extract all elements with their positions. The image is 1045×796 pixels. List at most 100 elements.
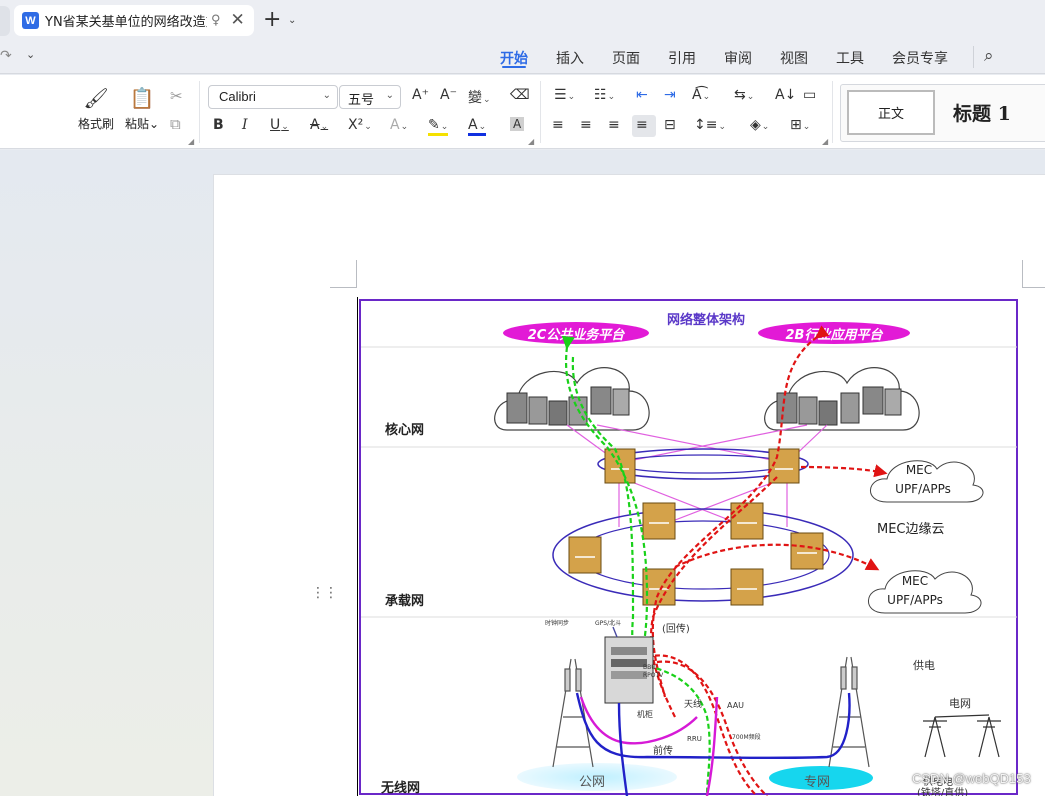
- strikethrough-icon[interactable]: A⌄: [310, 117, 328, 133]
- public-network-label: 公网: [579, 775, 605, 790]
- redo-icon[interactable]: ↷: [0, 48, 12, 64]
- rru-label: RRU: [687, 735, 702, 743]
- previous-tab-stub[interactable]: [0, 6, 10, 36]
- ribbon-toolbar: 🖌 格式刷 📋 粘贴⌄ ✂ ⧉ ◢ Calibri ⌄ 五号 ⌄ A⁺ A⁻ 變…: [0, 75, 1045, 149]
- justify-icon[interactable]: ≡: [636, 117, 648, 133]
- new-tab-plus-icon[interactable]: +: [263, 9, 281, 31]
- drag-handle-icon[interactable]: ⋮⋮: [311, 586, 338, 600]
- font-launcher-icon[interactable]: ◢: [528, 137, 534, 146]
- font-name-select[interactable]: Calibri ⌄: [208, 85, 338, 109]
- italic-icon[interactable]: I: [242, 117, 248, 133]
- platform-2b-label: 2B行业应用平台: [786, 327, 884, 343]
- numbered-list-icon[interactable]: ☷⌄: [594, 87, 615, 103]
- phonetic-guide-icon[interactable]: 變⌄: [468, 87, 491, 107]
- show-marks-icon[interactable]: ▭: [803, 87, 816, 103]
- layer-label-core: 核心网: [385, 422, 424, 438]
- rrotv-label: RPOTV: [643, 672, 664, 679]
- 700m-label: 700M频段: [732, 733, 761, 741]
- shading-icon[interactable]: ◈⌄: [750, 117, 769, 133]
- borders-icon[interactable]: ⊞⌄: [790, 117, 810, 133]
- text-direction-icon[interactable]: ⇆⌄: [734, 87, 754, 103]
- layer-label-bearer: 承载网: [385, 593, 424, 609]
- highlight-icon[interactable]: ✎⌄: [428, 117, 449, 136]
- menu-tab-tools[interactable]: 工具: [836, 40, 864, 74]
- superscript-icon[interactable]: X²⌄: [348, 117, 372, 133]
- styles-gallery: 正文 标题 1: [840, 84, 1045, 142]
- clear-format-icon[interactable]: ⌫: [510, 87, 530, 103]
- mec-cloud-bottom-label: MEC: [902, 574, 928, 588]
- ribbon-divider: [540, 81, 541, 143]
- menu-tab-insert[interactable]: 插入: [556, 40, 584, 74]
- style-normal[interactable]: 正文: [847, 90, 935, 135]
- font-color-icon[interactable]: A⌄: [468, 117, 487, 136]
- menu-tab-membership[interactable]: 会员专享: [892, 40, 948, 74]
- char-spacing-icon[interactable]: A͡⌄: [692, 87, 710, 103]
- menu-tab-review[interactable]: 审阅: [724, 40, 752, 74]
- cabinet-slot: [611, 671, 647, 679]
- tab-title: YN省某关基单位的网络改造方: [45, 15, 207, 30]
- mec-cloud-bottom-sub: UPF/APPs: [887, 593, 943, 607]
- menu-tab-page[interactable]: 页面: [612, 40, 640, 74]
- style-heading-1[interactable]: 标题 1: [953, 99, 1011, 126]
- underline-icon[interactable]: U⌄: [270, 117, 289, 133]
- crop-mark-left: [330, 260, 357, 288]
- crop-mark-right: [1022, 260, 1045, 288]
- menu-bar: ↷ ⌄ 开始 插入 页面 引用 审阅 视图 工具 会员专享 ⌕: [0, 40, 1045, 74]
- diagram-title: 网络整体架构: [667, 312, 745, 328]
- text-effect-icon[interactable]: A⌄: [390, 117, 408, 133]
- mec-cloud-top-sub: UPF/APPs: [895, 482, 951, 496]
- menu-divider: [973, 46, 974, 68]
- copy-icon[interactable]: ⧉: [170, 115, 181, 133]
- ribbon-divider: [199, 81, 200, 143]
- search-icon[interactable]: ⌕: [984, 46, 994, 66]
- bold-icon[interactable]: B: [213, 117, 224, 133]
- distributed-icon[interactable]: ⊟: [664, 117, 676, 133]
- align-center-icon[interactable]: ≡: [580, 117, 592, 133]
- layer-label-wireless: 无线网: [380, 780, 420, 796]
- format-painter-label: 格式刷: [78, 117, 115, 131]
- decrease-indent-icon[interactable]: ⇤: [636, 87, 648, 103]
- font-name-value: Calibri: [219, 89, 256, 104]
- format-painter-button[interactable]: 🖌 格式刷: [78, 85, 114, 132]
- network-architecture-diagram: 网络整体架构 2C公共业务平台 2B行业应用平台 核心网 承载网 无线网 MEC…: [356, 297, 1021, 796]
- align-left-icon[interactable]: ≡: [552, 117, 564, 133]
- menu-tabs: 开始 插入 页面 引用 审阅 视图 工具 会员专享: [500, 40, 976, 74]
- quick-access-chevron-icon[interactable]: ⌄: [26, 48, 35, 61]
- antenna-label: 天线: [684, 698, 702, 710]
- cabinet-slot: [611, 659, 647, 667]
- align-right-icon[interactable]: ≡: [608, 117, 620, 133]
- ribbon-divider: [832, 81, 833, 143]
- chevron-down-icon[interactable]: ⌄: [288, 15, 296, 26]
- platform-2c-label: 2C公共业务平台: [528, 327, 626, 343]
- grow-font-icon[interactable]: A⁺: [412, 87, 429, 103]
- font-size-value: 五号: [348, 93, 375, 108]
- paste-button[interactable]: 📋 粘贴⌄: [125, 85, 159, 132]
- menu-tab-references[interactable]: 引用: [668, 40, 696, 74]
- chevron-down-icon: ⌄: [385, 90, 394, 101]
- word-doc-icon: W: [22, 12, 39, 29]
- increase-indent-icon[interactable]: ⇥: [664, 87, 676, 103]
- sort-icon[interactable]: A↓: [775, 87, 796, 103]
- bullet-list-icon[interactable]: ☰⌄: [554, 87, 575, 103]
- menu-tab-home[interactable]: 开始: [500, 40, 528, 74]
- clock-sync-label: 时钟同步: [545, 619, 569, 627]
- cut-icon[interactable]: ✂: [170, 87, 183, 105]
- line-spacing-icon[interactable]: ↕≡⌄: [694, 117, 726, 133]
- brush-icon: 🖌: [83, 86, 109, 110]
- backhaul-label: (回传): [662, 623, 690, 635]
- document-tab[interactable]: W YN省某关基单位的网络改造方 ♀ ✕: [14, 5, 254, 36]
- pin-icon[interactable]: ♀: [211, 13, 221, 28]
- power-note-sub: (铁塔/直供): [917, 786, 968, 796]
- close-tab-icon[interactable]: ✕: [231, 12, 245, 29]
- tab-bar: W YN省某关基单位的网络改造方 ♀ ✕ + ⌄: [0, 0, 1045, 40]
- gps-label: GPS/北斗: [595, 619, 621, 627]
- power-supply-label: 供电: [913, 658, 935, 672]
- paragraph-launcher-icon[interactable]: ◢: [822, 137, 828, 146]
- cabinet-slot: [611, 647, 647, 655]
- menu-tab-view[interactable]: 视图: [780, 40, 808, 74]
- clipboard-launcher-icon[interactable]: ◢: [188, 137, 194, 146]
- font-size-select[interactable]: 五号 ⌄: [339, 85, 401, 109]
- shrink-font-icon[interactable]: A⁻: [440, 87, 457, 103]
- cabinet-label: 机柜: [637, 709, 653, 719]
- char-shading-icon[interactable]: A: [510, 117, 525, 131]
